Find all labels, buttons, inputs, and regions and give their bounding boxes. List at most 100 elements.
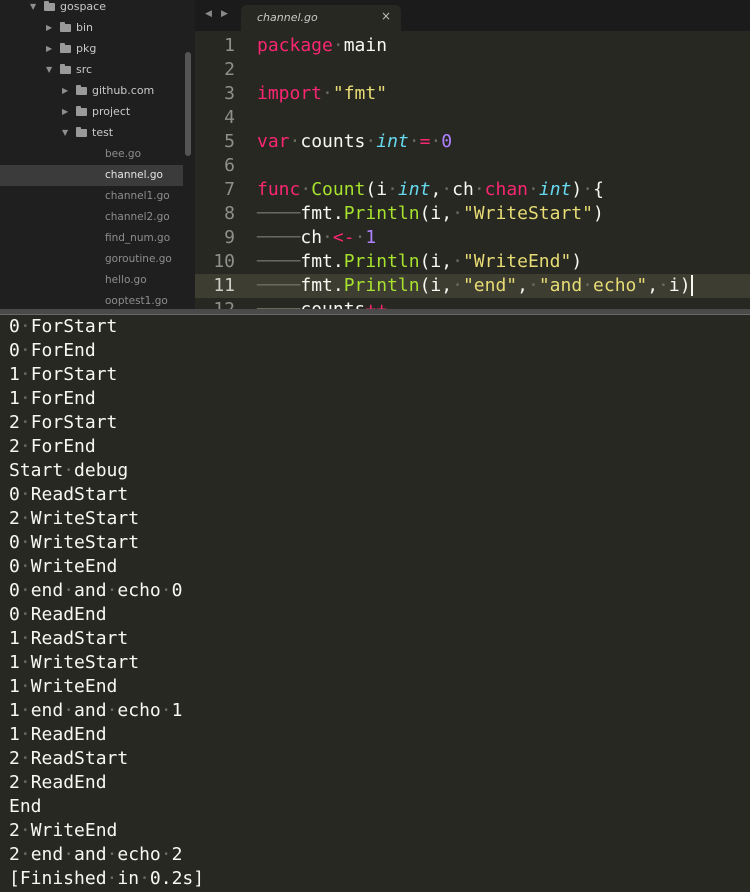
tab-bar: ◀ ▶ channel.go × — [195, 0, 750, 32]
output-line: 0·WriteStart — [9, 532, 140, 553]
code-line[interactable]: 10 ────fmt.Println(i,·"WriteEnd") — [195, 250, 750, 274]
folder-label: test — [92, 126, 114, 139]
code-line[interactable]: 11 ────fmt.Println(i,·"end",·"and·echo",·… — [195, 274, 750, 298]
file-item[interactable]: hello.go — [0, 270, 183, 291]
folder-icon — [44, 1, 55, 11]
code-line[interactable]: 8 ────fmt.Println(i,·"WriteStart") — [195, 202, 750, 226]
code-line[interactable]: 2 — [195, 58, 750, 82]
tab-channel-go[interactable]: channel.go × — [241, 5, 401, 32]
folder-item[interactable]: ▼ src — [0, 60, 183, 81]
file-label: bee.go — [105, 148, 142, 160]
line-number: 8 — [224, 203, 235, 224]
folder-item[interactable]: ▶ bin — [0, 18, 183, 39]
folder-item[interactable]: ▶ pkg — [0, 39, 183, 60]
triangle-right-icon[interactable]: ▶ — [221, 9, 228, 19]
file-item[interactable]: bee.go — [0, 144, 183, 165]
code-line[interactable]: 5 var·counts·int·=·0 — [195, 130, 750, 154]
disclosure-closed-icon[interactable]: ▶ — [46, 18, 52, 38]
code-line[interactable]: 4 — [195, 106, 750, 130]
output-line: 2·WriteEnd — [9, 820, 118, 841]
code-text: func·Count(i·int,·ch·chan·int)·{ — [257, 179, 604, 200]
code-text: ────fmt.Println(i,·"WriteEnd") — [257, 251, 583, 272]
folder-icon — [76, 127, 87, 137]
line-number: 4 — [224, 107, 235, 128]
file-label: ooptest1.go — [105, 295, 168, 307]
file-item[interactable]: ooptest1.go — [0, 291, 183, 311]
file-item[interactable]: goroutine.go — [0, 249, 183, 270]
folder-icon — [60, 43, 71, 53]
output-line: 1·ForEnd — [9, 388, 96, 409]
folder-item[interactable]: ▼ gospace — [0, 0, 183, 18]
code-line[interactable]: 3 import·"fmt" — [195, 82, 750, 106]
line-number: 2 — [224, 59, 235, 80]
folder-item[interactable]: ▶ project — [0, 102, 183, 123]
folder-label: src — [76, 63, 93, 76]
output-line: 0·ReadStart — [9, 484, 129, 505]
file-item[interactable]: channel1.go — [0, 186, 183, 207]
folder-icon — [76, 85, 87, 95]
disclosure-closed-icon[interactable]: ▶ — [62, 102, 68, 122]
output-line: 2·WriteStart — [9, 508, 140, 529]
output-line: 0·end·and·echo·0 — [9, 580, 183, 601]
line-number: 5 — [224, 131, 235, 152]
line-number: 1 — [224, 35, 235, 56]
output-line: 1·end·and·echo·1 — [9, 700, 183, 721]
line-number: 3 — [224, 83, 235, 104]
code-text: ────fmt.Println(i,·"WriteStart") — [257, 203, 604, 224]
output-line: Start·debug — [9, 460, 129, 481]
folder-item[interactable]: ▶ github.com — [0, 81, 183, 102]
line-number: 11 — [213, 275, 235, 296]
output-line: 0·ForEnd — [9, 340, 96, 361]
output-line: 2·ReadStart — [9, 748, 129, 769]
folder-label: project — [92, 105, 131, 118]
file-item[interactable]: channel.go — [0, 165, 183, 186]
output-line: 2·end·and·echo·2 — [9, 844, 183, 865]
output-line: 2·ReadEnd — [9, 772, 107, 793]
line-number: 6 — [224, 155, 235, 176]
disclosure-closed-icon[interactable]: ▶ — [46, 39, 52, 59]
code-line[interactable]: 7 func·Count(i·int,·ch·chan·int)·{ — [195, 178, 750, 202]
output-line: 0·ForStart — [9, 316, 118, 337]
disclosure-open-icon[interactable]: ▼ — [30, 0, 36, 17]
output-line: 1·ReadEnd — [9, 724, 107, 745]
code-line[interactable]: 9 ────ch·<-·1 — [195, 226, 750, 250]
file-item[interactable]: find_num.go — [0, 228, 183, 249]
folder-icon — [76, 106, 87, 116]
code-line[interactable]: 1 package·main — [195, 34, 750, 58]
output-line: 1·WriteEnd — [9, 676, 118, 697]
file-label: channel.go — [105, 169, 163, 181]
output-line: 1·ReadStart — [9, 628, 129, 649]
output-line: 0·ReadEnd — [9, 604, 107, 625]
output-line: 2·ForEnd — [9, 436, 96, 457]
sidebar-file-tree: ▼ gospace ▶ bin ▶ pkg ▼ src ▶ github.com ▶ project ▼… — [0, 0, 195, 311]
folder-label: gospace — [60, 0, 106, 13]
output-line: 0·WriteEnd — [9, 556, 118, 577]
code-text: ────ch·<-·1 — [257, 227, 377, 248]
output-line: 1·WriteStart — [9, 652, 140, 673]
code-text: ────fmt.Println(i,·"end",·"and·echo",·i) — [257, 275, 693, 296]
sidebar-scrollbar[interactable] — [185, 52, 191, 156]
output-line: 2·ForStart — [9, 412, 118, 433]
file-item[interactable]: channel2.go — [0, 207, 183, 228]
disclosure-open-icon[interactable]: ▼ — [46, 60, 52, 80]
output-line: 1·ForStart — [9, 364, 118, 385]
build-output-panel: 0·ForStart 0·ForEnd 1·ForStart 1·ForEnd 2·Fo… — [0, 315, 750, 892]
folder-label: pkg — [76, 42, 97, 55]
code-text: package·main — [257, 35, 388, 56]
line-number: 7 — [224, 179, 235, 200]
line-number: 9 — [224, 227, 235, 248]
file-label: hello.go — [105, 274, 147, 286]
disclosure-closed-icon[interactable]: ▶ — [62, 81, 68, 101]
tab-label: channel.go — [257, 11, 318, 24]
file-label: channel1.go — [105, 190, 170, 202]
file-label: goroutine.go — [105, 253, 172, 265]
close-icon[interactable]: × — [381, 9, 391, 23]
triangle-left-icon[interactable]: ◀ — [205, 9, 212, 19]
code-editor[interactable]: 1 package·main 2 3 import·"fmt" 4 5 var·counts·… — [195, 31, 750, 310]
code-line[interactable]: 6 — [195, 154, 750, 178]
disclosure-open-icon[interactable]: ▼ — [62, 123, 68, 143]
folder-icon — [60, 64, 71, 74]
file-label: find_num.go — [105, 232, 171, 244]
code-text: import·"fmt" — [257, 83, 388, 104]
folder-item[interactable]: ▼ test — [0, 123, 183, 144]
